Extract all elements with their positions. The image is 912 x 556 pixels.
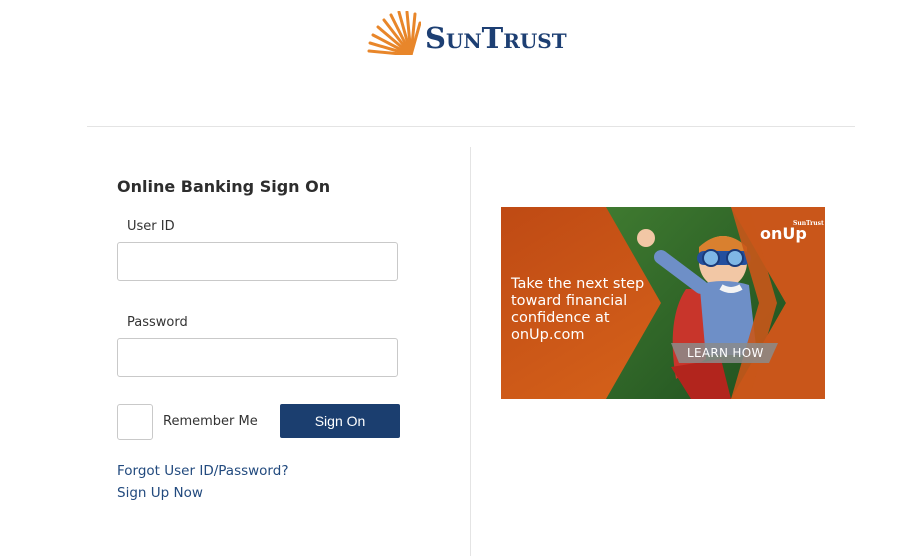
password-label: Password <box>127 315 188 330</box>
learn-how-button[interactable]: LEARN HOW <box>678 343 778 363</box>
onup-ad-banner[interactable]: Take the next step toward financial conf… <box>501 207 825 399</box>
password-input[interactable] <box>117 338 398 377</box>
ad-headline: Take the next step toward financial conf… <box>511 276 645 343</box>
remember-me-checkbox[interactable] <box>117 404 153 440</box>
brand-name: SunTrust <box>425 21 567 55</box>
signon-heading: Online Banking Sign On <box>117 177 331 196</box>
remember-me-label[interactable]: Remember Me <box>163 414 258 429</box>
sign-up-link[interactable]: Sign Up Now <box>117 485 203 501</box>
suntrust-logo[interactable]: SunTrust <box>365 10 567 58</box>
header-divider <box>87 126 855 127</box>
sunburst-icon <box>365 11 421 57</box>
ad-brand-small: SunTrust <box>793 220 824 227</box>
user-id-label: User ID <box>127 219 175 234</box>
user-id-input[interactable] <box>117 242 398 281</box>
column-divider <box>470 147 471 556</box>
forgot-credentials-link[interactable]: Forgot User ID/Password? <box>117 463 288 479</box>
sign-on-button[interactable]: Sign On <box>280 404 400 438</box>
